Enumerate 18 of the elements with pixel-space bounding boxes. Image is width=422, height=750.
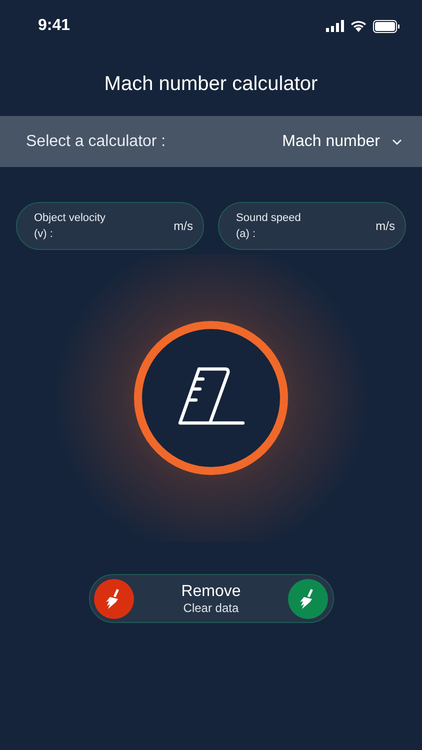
battery-icon	[373, 20, 400, 32]
broom-button[interactable]	[288, 578, 328, 618]
remove-title: Remove	[181, 582, 241, 600]
field-label: Object velocity (v) :	[34, 211, 106, 242]
wifi-icon	[350, 20, 367, 32]
unit-label: m/s	[174, 219, 193, 233]
broom-button[interactable]	[94, 578, 134, 618]
chevron-down-icon	[392, 138, 402, 144]
calculator-dropdown[interactable]: Mach number	[282, 132, 402, 150]
signal-icon	[326, 20, 344, 32]
field-label: Sound speed (a) :	[236, 211, 302, 242]
status-time: 9:41	[38, 17, 70, 35]
selector-label: Select a calculator :	[26, 132, 166, 150]
page-title: Mach number calculator	[103, 72, 319, 96]
remove-subtitle: Clear data	[183, 600, 239, 614]
unit-label: m/s	[376, 219, 395, 233]
input-field[interactable]: Object velocity (v) : m/s	[16, 202, 204, 250]
input-field[interactable]: Sound speed (a) : m/s	[218, 202, 406, 250]
